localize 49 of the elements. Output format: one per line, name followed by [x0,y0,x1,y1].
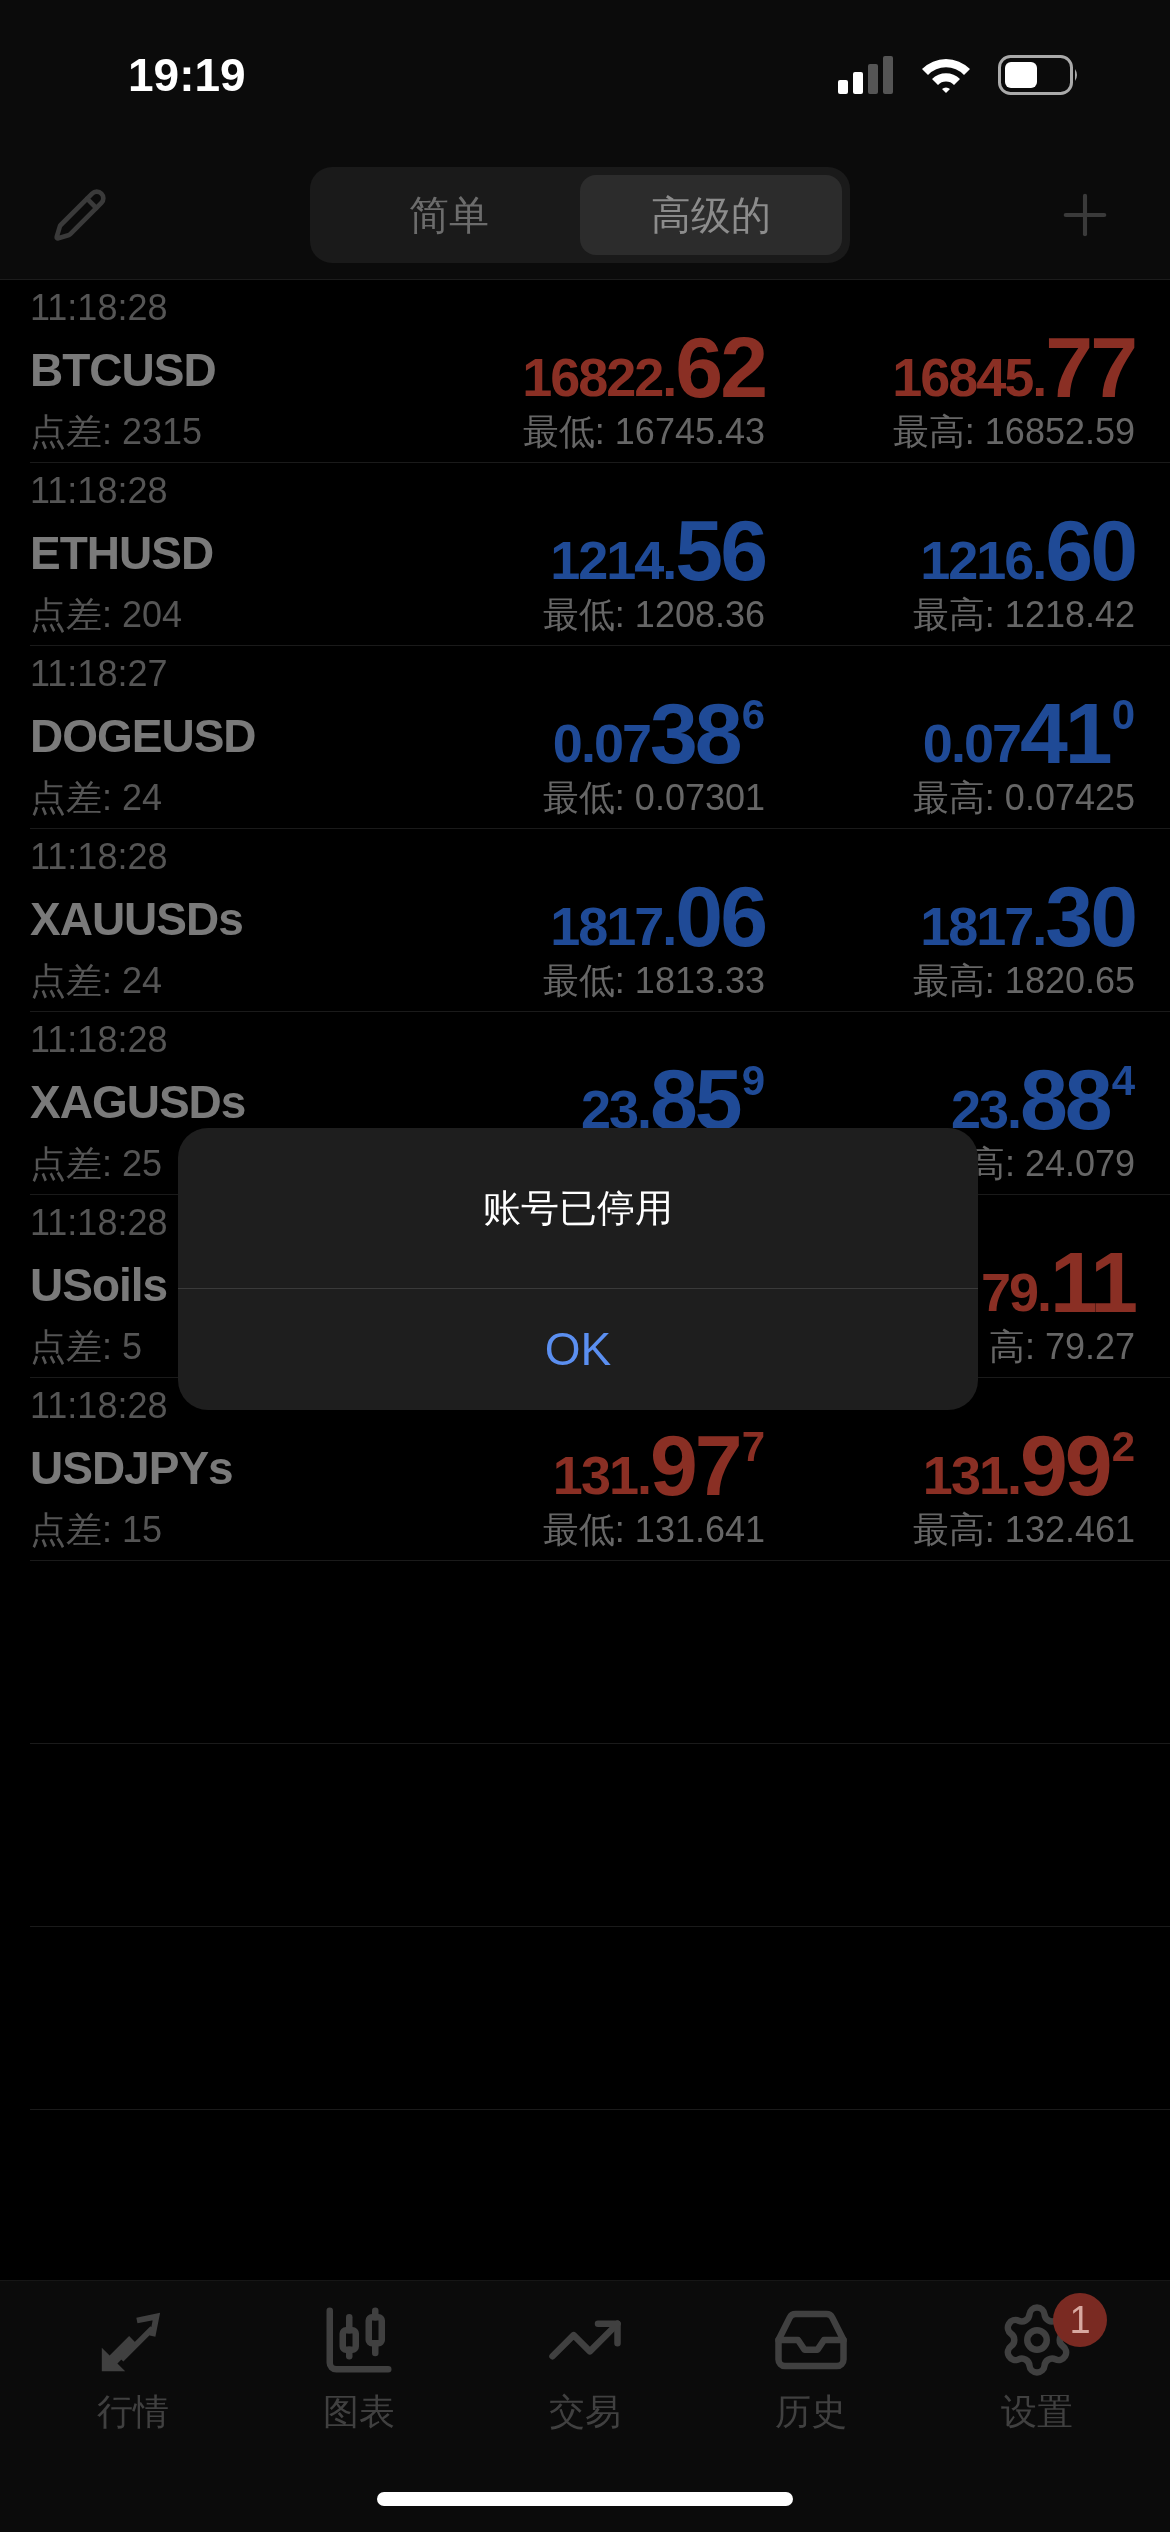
symbol-name: BTCUSD [30,347,217,393]
segment-tab[interactable]: 简单 [318,174,580,255]
spread-text: 点差: 15 [30,1512,164,1548]
high-price: 最高: 1218.42 [912,597,1135,633]
price-quote: 79.11 [981,1233,1135,1325]
symbol-name: ETHUSD [30,530,215,576]
battery-icon [998,55,1080,95]
spread-text: 点差: 25 [30,1146,164,1182]
alert-message: 账号已停用 [483,1185,673,1231]
high-price: 最高: 0.07425 [912,780,1135,816]
price-quote: 16845.77 [892,318,1135,410]
high-price: 最高: 132.461 [912,1512,1135,1548]
price-quote: 1214.56 [550,501,765,593]
price-quote: 1817.06 [550,867,765,959]
low-price: 最低: 1208.36 [542,597,765,633]
signal-icon [838,56,894,94]
price-quote: 16822.62 [522,318,765,410]
spread-text: 点差: 24 [30,963,164,999]
low-price: 最低: 1813.33 [542,963,765,999]
spread-text: 点差: 24 [30,780,164,816]
quote-time: 11:18:27 [30,656,169,692]
symbol-name: XAGUSDs [30,1079,247,1125]
spread-text: 点差: 204 [30,597,184,633]
quote-time: 11:18:28 [30,839,169,875]
edit-pencil-icon[interactable] [52,186,108,243]
high-price: 最高: 1820.65 [912,963,1135,999]
quote-time: 11:18:28 [30,473,169,509]
symbol-name: DOGEUSD [30,713,257,759]
symbol-name: USDJPYs [30,1445,234,1491]
status-time: 19:19 [128,47,246,103]
spread-text: 点差: 2315 [30,414,204,450]
symbol-name: USoils [30,1262,169,1308]
price-quote: 1216.60 [920,501,1135,593]
symbol-name: XAUUSDs [30,896,244,942]
low-price: 最低: 0.07301 [542,780,765,816]
quote-time: 11:18:28 [30,1388,169,1424]
high-price: 最高: 16852.59 [892,414,1135,450]
low-price: 最低: 131.641 [542,1512,765,1548]
quote-time: 11:18:28 [30,290,169,326]
notification-badge: 1 [1053,2293,1107,2347]
quote-time: 11:18:28 [30,1022,169,1058]
quote-time: 11:18:28 [30,1205,169,1241]
spread-text: 点差: 5 [30,1329,144,1365]
ok-button[interactable]: OK [178,1289,978,1410]
price-quote: 1817.30 [920,867,1135,959]
segment-tab[interactable]: 高级的 [580,174,842,255]
low-price: 最低: 16745.43 [522,414,765,450]
wifi-icon [920,56,972,94]
high-price: 高: 79.27 [988,1329,1135,1365]
